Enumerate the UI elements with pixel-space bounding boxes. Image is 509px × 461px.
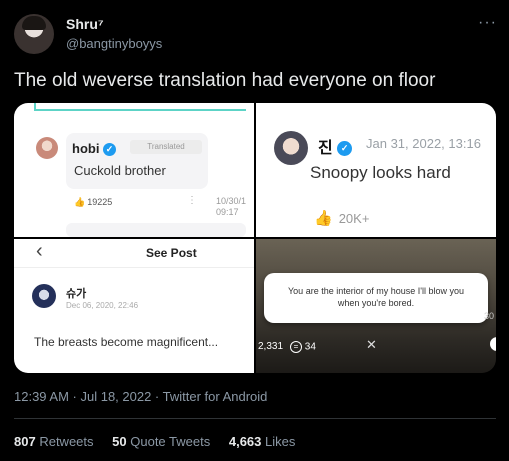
thumbs-up-icon: 👍	[314, 210, 333, 227]
verified-badge-icon: ✓	[103, 143, 117, 157]
suga-date: Dec 06, 2020, 22:46	[66, 301, 139, 310]
jin-avatar	[274, 131, 308, 165]
caption-dialog: You are the interior of my house I'll bl…	[264, 273, 488, 323]
jin-message: Snoopy looks hard	[310, 163, 451, 182]
tweet-image-grid[interactable]: hobi ✓ Translated Cuckold brother 👍 19225…	[14, 103, 496, 373]
suga-message: The breasts become magnificent...	[34, 335, 219, 349]
jin-date: Jan 31, 2022, 13:16	[366, 136, 481, 151]
translated-badge: Translated	[130, 140, 202, 154]
jin-likes: 👍 20K+	[314, 210, 370, 227]
image-panel-hobi[interactable]: hobi ✓ Translated Cuckold brother 👍 19225…	[14, 103, 254, 237]
tweet-timestamp[interactable]: 12:39 AM · Jul 18, 2022 · Twitter for An…	[14, 389, 267, 404]
retweets-stat[interactable]: 807 Retweets	[14, 434, 94, 449]
see-post-title: See Post	[146, 246, 197, 260]
back-arrow-icon: ‹	[36, 240, 43, 262]
image-panel-suga[interactable]: ‹ See Post 슈가 Dec 06, 2020, 22:46 The br…	[14, 239, 254, 373]
reply-box	[66, 223, 246, 237]
image-panel-dialog[interactable]: You are the interior of my house I'll bl…	[256, 239, 496, 373]
hobi-name: hobi ✓	[72, 141, 117, 157]
dialog-like-count: 2,331	[258, 341, 284, 352]
teal-divider	[34, 103, 246, 111]
dialog-text-line2: when you're bored.	[337, 298, 415, 308]
author-name[interactable]: Shru⁷	[66, 16, 104, 32]
more-icon[interactable]: ···	[478, 14, 497, 32]
likes-stat[interactable]: 4,663 Likes	[229, 434, 296, 449]
close-icon: ✕	[366, 337, 377, 352]
dialog-comments: = 34	[290, 341, 316, 353]
hobi-message: Cuckold brother	[74, 163, 166, 178]
engagement-stats: 807 Retweets 50 Quote Tweets 4,663 Likes	[14, 434, 310, 449]
dialog-text-line1: You are the interior of my house I'll bl…	[288, 286, 464, 296]
verified-badge-icon: ✓	[337, 141, 353, 157]
tweet-text: The old weverse translation had everyone…	[14, 70, 436, 91]
author-handle[interactable]: @bangtinyboyys	[66, 36, 162, 51]
hobi-like-count: 👍 19225	[74, 197, 113, 207]
image-panel-jin[interactable]: 진 ✓ Jan 31, 2022, 13:16 Snoopy looks har…	[256, 103, 496, 237]
quote-tweets-stat[interactable]: 50 Quote Tweets	[112, 434, 210, 449]
side-text: 30	[484, 311, 495, 321]
play-button-icon	[490, 337, 496, 351]
suga-avatar	[32, 284, 56, 308]
comment-icon: =	[290, 341, 302, 353]
jin-name: 진 ✓	[318, 134, 353, 158]
suga-name: 슈가	[66, 288, 87, 300]
divider	[14, 418, 496, 419]
hobi-avatar	[36, 137, 58, 159]
header-divider	[14, 267, 254, 268]
thumbs-up-icon: 👍	[74, 197, 86, 207]
author-avatar[interactable]	[14, 14, 54, 54]
more-icon: ⋮	[187, 195, 197, 206]
hobi-date: 10/30/1 09:17	[216, 196, 247, 217]
